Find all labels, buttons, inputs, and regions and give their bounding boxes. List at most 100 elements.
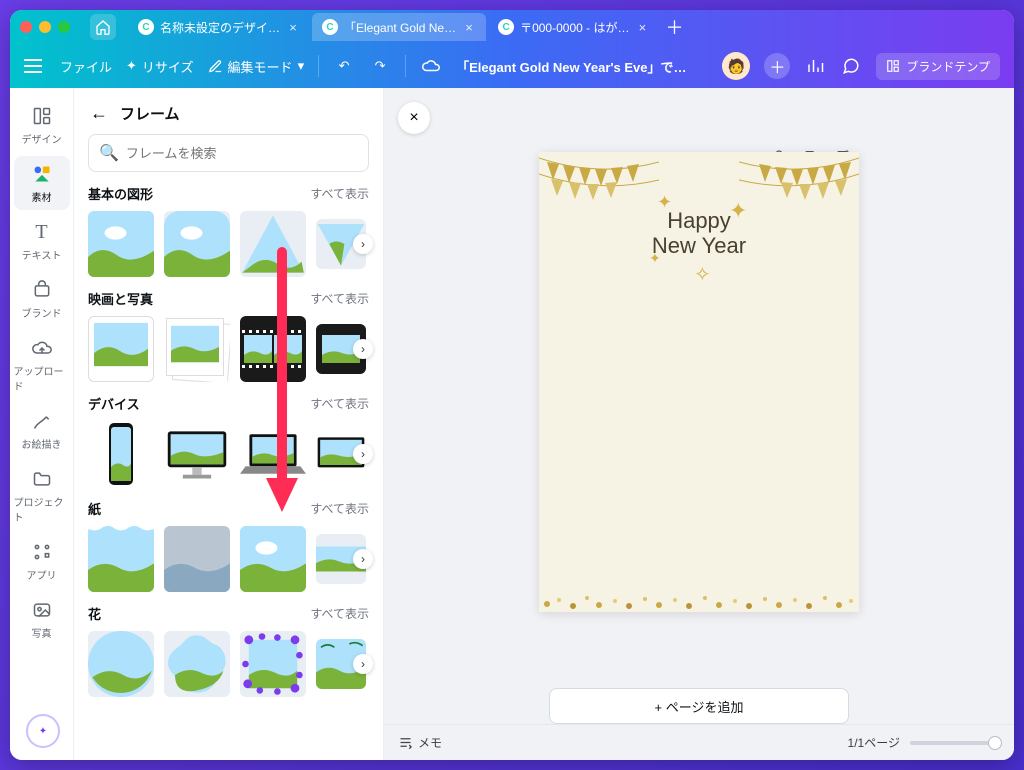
paper-row: › [88,524,369,594]
comment-button[interactable] [840,55,862,77]
frame-flower-border[interactable] [240,631,306,697]
canva-favicon: C [138,19,154,35]
design-page[interactable]: ✦ ✦ ✦ ✧ Happy New Year [539,152,859,612]
flower-row: › [88,629,369,699]
layout-icon [30,104,54,128]
scroll-right-button[interactable]: › [353,339,373,359]
file-menu[interactable]: ファイル [60,57,112,76]
cloud-sync-icon[interactable] [420,55,442,77]
redo-button[interactable]: ↷ [369,55,391,77]
frame-square[interactable] [88,211,154,277]
zoom-knob[interactable] [988,736,1002,750]
frame-rounded[interactable] [164,211,230,277]
magic-button[interactable]: ✦ [26,714,60,748]
canvas-area: × ✦ ✦ ✦ ✧ Happy New Year [384,88,1014,760]
notes-button[interactable]: メモ [398,734,442,751]
zoom-slider[interactable] [910,741,1000,745]
frame-paper-torn[interactable] [88,526,154,592]
nav-draw[interactable]: お絵描き [14,403,70,457]
nav-text[interactable]: Tテキスト [14,214,70,268]
nav-upload[interactable]: アップロード [14,330,70,399]
folder-icon [30,467,54,491]
section-title: 映画と写真 [88,289,153,308]
happy-new-year-text: Happy New Year [539,208,859,259]
collapse-panel-button[interactable]: × [398,102,430,134]
frame-flower-blob[interactable] [164,631,230,697]
section-title: 花 [88,604,101,623]
text-icon: T [30,220,54,244]
panel-title: フレーム [120,103,180,124]
nav-brand[interactable]: ブランド [14,272,70,326]
analytics-button[interactable] [804,55,826,77]
see-all-link[interactable]: すべて表示 [310,185,369,202]
image-icon [30,598,54,622]
confetti [539,576,859,612]
nav-projects[interactable]: プロジェクト [14,461,70,530]
canva-favicon: C [498,19,514,35]
frame-paper-crumpled[interactable] [164,526,230,592]
devices-row: › [88,419,369,489]
tab-0[interactable]: C 名称未設定のデザイ… × [128,13,310,41]
apps-icon [30,540,54,564]
frame-monitor[interactable] [164,421,230,487]
search-input[interactable]: 🔍 [88,134,369,172]
draw-icon [30,409,54,433]
see-all-link[interactable]: すべて表示 [310,605,369,622]
titlebar: C 名称未設定のデザイ… × C 「Elegant Gold Ne… × C 〒… [10,10,1014,44]
close-icon[interactable]: × [635,20,649,34]
undo-button[interactable]: ↶ [333,55,355,77]
see-all-link[interactable]: すべて表示 [310,500,369,517]
sparkle-icon: ✧ [694,262,711,287]
section-title: 紙 [88,499,101,518]
tab-label: 名称未設定のデザイ… [160,19,280,36]
avatar[interactable]: 🧑 [722,52,750,80]
tab-1[interactable]: C 「Elegant Gold Ne… × [312,13,486,41]
side-panel: ← フレーム 🔍 基本の図形すべて表示 › 映画と写真すべて表示 [74,88,384,760]
document-title[interactable]: 「Elegant Gold New Year's Eve」で… [456,57,686,76]
brand-templates-button[interactable]: ブランドテンプ [876,53,1000,80]
film-photo-row: › [88,314,369,384]
nav-design[interactable]: デザイン [14,98,70,152]
scroll-right-button[interactable]: › [353,444,373,464]
frame-paper-wave[interactable] [240,526,306,592]
nav-apps[interactable]: アプリ [14,534,70,588]
minimize-window[interactable] [39,21,51,33]
annotation-arrow [262,242,302,522]
chevron-down-icon: ▾ [298,58,305,74]
back-button[interactable]: ← [88,102,110,124]
nav-photos[interactable]: 写真 [14,592,70,646]
canva-favicon: C [322,19,338,35]
search-field[interactable] [126,146,358,161]
search-icon: 🔍 [99,143,119,163]
see-all-link[interactable]: すべて表示 [310,290,369,307]
window-controls [20,21,70,33]
maximize-window[interactable] [58,21,70,33]
frame-photo-stack[interactable] [164,316,230,382]
edit-mode-menu[interactable]: 編集モード ▾ [208,57,305,76]
tab-strip: C 名称未設定のデザイ… × C 「Elegant Gold Ne… × C 〒… [128,10,1014,44]
tab-2[interactable]: C 〒000-0000 - はが… × [488,13,659,41]
section-title: デバイス [88,394,140,413]
close-window[interactable] [20,21,32,33]
nav-elements[interactable]: 素材 [14,156,70,210]
bottom-bar: メモ 1/1ページ [384,724,1014,760]
resize-menu[interactable]: ✦ リサイズ [126,57,194,76]
section-title: 基本の図形 [88,184,153,203]
page-indicator: 1/1ページ [848,734,900,751]
frame-circle[interactable] [88,631,154,697]
frame-polaroid[interactable] [88,316,154,382]
new-tab-button[interactable]: ＋ [661,14,687,40]
shapes-icon [30,162,54,186]
home-button[interactable] [90,14,116,40]
add-page-button[interactable]: + ページを追加 [549,688,849,724]
menu-button[interactable] [24,55,46,77]
close-icon[interactable]: × [286,20,300,34]
share-add-button[interactable]: ＋ [764,53,790,79]
close-icon[interactable]: × [462,20,476,34]
see-all-link[interactable]: すべて表示 [310,395,369,412]
tab-label: 〒000-0000 - はが… [520,19,629,36]
scroll-right-button[interactable]: › [353,549,373,569]
scroll-right-button[interactable]: › [353,234,373,254]
scroll-right-button[interactable]: › [353,654,373,674]
frame-phone[interactable] [88,421,154,487]
